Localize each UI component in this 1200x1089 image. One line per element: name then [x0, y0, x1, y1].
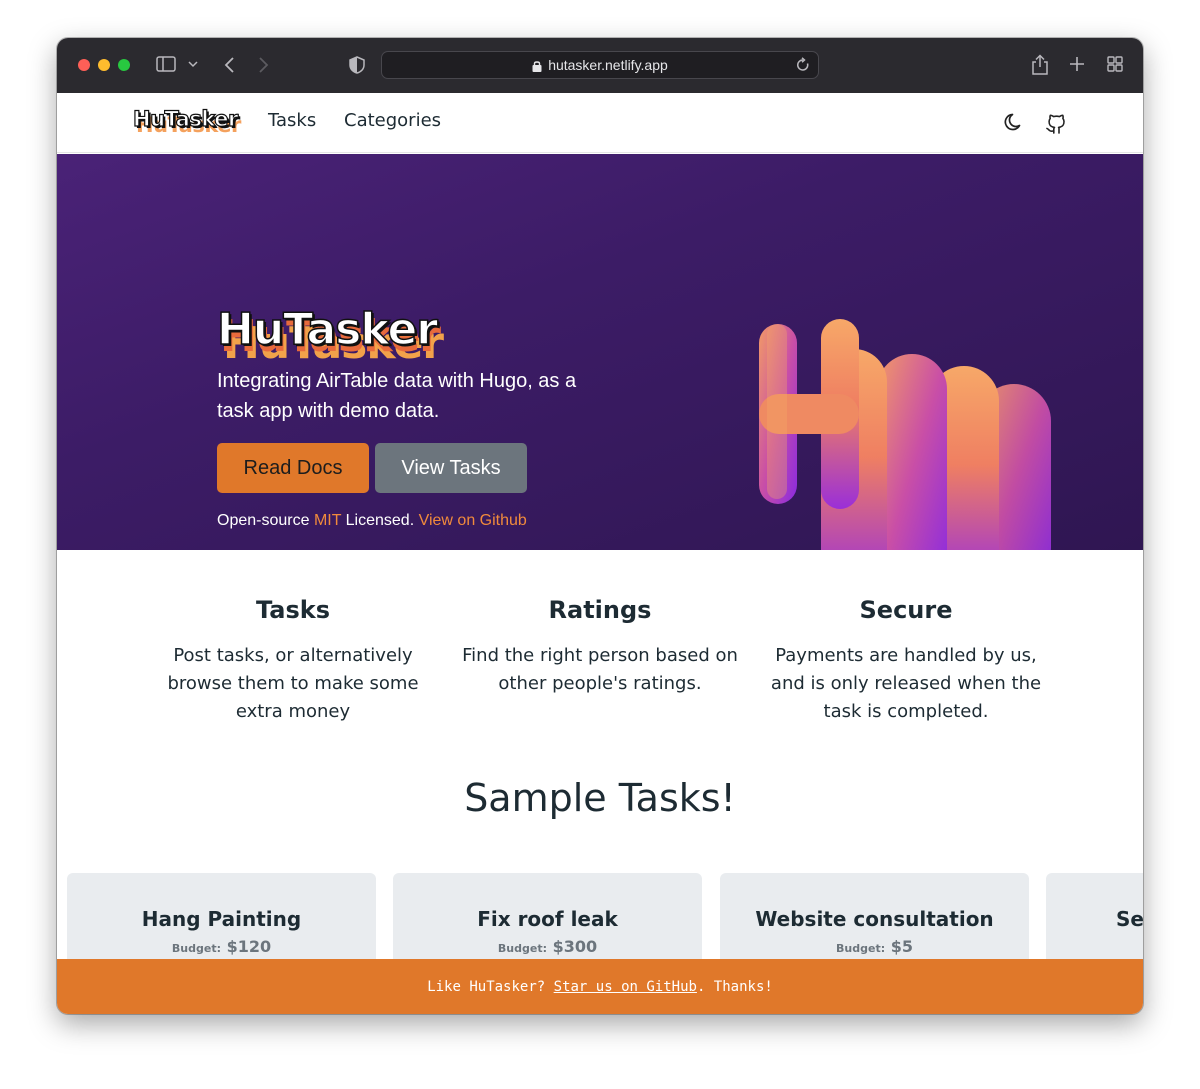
github-star-banner: Like HuTasker? Star us on GitHub. Thanks…	[57, 959, 1143, 1014]
hero-section: HuTasker HuTasker HuTasker Integrating A…	[57, 154, 1143, 550]
site-navbar: HuTasker HuTasker Tasks Categories	[57, 93, 1143, 153]
budget-label: Budget:	[171, 942, 221, 955]
browser-toolbar: hutasker.netlify.app	[57, 38, 1143, 93]
budget-value: $5	[890, 937, 913, 956]
task-budget: Budget: $120	[67, 937, 376, 956]
feature-title: Secure	[859, 596, 953, 624]
close-window-button[interactable]	[78, 59, 90, 71]
view-tasks-button[interactable]: View Tasks	[375, 443, 527, 493]
star-on-github-link[interactable]: Star us on GitHub	[554, 979, 697, 995]
logo-text: HuTasker	[132, 106, 239, 131]
lock-icon	[532, 59, 542, 72]
banner-prefix: Like HuTasker?	[427, 978, 554, 995]
tab-overview-icon[interactable]	[1107, 56, 1123, 72]
sample-tasks-heading: Sample Tasks!	[464, 776, 736, 820]
feature-tasks: Tasks Post tasks, or alternatively brows…	[153, 596, 433, 726]
url-text: hutasker.netlify.app	[548, 57, 668, 73]
forward-icon[interactable]	[258, 56, 270, 74]
task-budget: Budget: $5	[720, 937, 1029, 956]
task-title: Fix roof leak	[477, 907, 618, 931]
hero-subtitle: Integrating AirTable data with Hugo, as …	[217, 370, 577, 422]
budget-label: Budget:	[836, 942, 886, 955]
nav-link-tasks[interactable]: Tasks	[268, 110, 316, 131]
back-icon[interactable]	[223, 56, 235, 74]
feature-title: Tasks	[255, 596, 330, 624]
hero-3d-letters-illustration	[759, 319, 1051, 550]
feature-secure: Secure Payments are handled by us, and i…	[766, 596, 1046, 726]
hero-title-text: HuTasker	[216, 303, 439, 356]
address-bar[interactable]: hutasker.netlify.app	[381, 51, 819, 79]
browser-window: hutasker.netlify.app HuTasker HuTasker T…	[57, 38, 1143, 1014]
view-on-github-link[interactable]: View on Github	[419, 512, 527, 529]
license-prefix: Open-source	[217, 512, 314, 529]
task-title: Hang Painting	[141, 907, 302, 931]
privacy-shield-icon[interactable]	[349, 56, 365, 74]
feature-ratings: Ratings Find the right person based on o…	[460, 596, 740, 698]
share-icon[interactable]	[1031, 54, 1049, 76]
site-logo[interactable]: HuTasker HuTasker	[132, 106, 241, 137]
reload-icon[interactable]	[796, 57, 810, 76]
minimize-window-button[interactable]	[98, 59, 110, 71]
read-docs-button[interactable]: Read Docs	[217, 443, 369, 493]
task-title: Website consultation	[755, 907, 994, 931]
banner-suffix: . Thanks!	[696, 978, 773, 995]
new-tab-icon[interactable]	[1069, 56, 1085, 72]
zoom-window-button[interactable]	[118, 59, 130, 71]
budget-value: $300	[552, 937, 598, 956]
hero-title: HuTasker HuTasker HuTasker	[216, 303, 444, 369]
chevron-down-icon[interactable]	[188, 60, 198, 68]
nav-link-categories[interactable]: Categories	[344, 110, 441, 131]
feature-title: Ratings	[548, 596, 652, 624]
budget-value: $120	[226, 937, 272, 956]
budget-label: Budget:	[497, 942, 547, 955]
feature-text: Payments are handled by us, and is only …	[770, 645, 1042, 722]
feature-text: Post tasks, or alternatively browse them…	[167, 645, 419, 722]
feature-text: Find the right person based on other peo…	[462, 645, 738, 694]
github-icon[interactable]	[1045, 112, 1067, 138]
sidebar-toggle-icon[interactable]	[156, 56, 176, 72]
mit-license-link[interactable]: MIT	[314, 512, 341, 529]
dark-mode-moon-icon[interactable]	[1004, 112, 1024, 136]
license-line: Open-source MIT Licensed. View on Github	[217, 512, 527, 530]
task-budget: Budget: $300	[393, 937, 702, 956]
license-suffix: Licensed.	[341, 512, 419, 529]
task-title: Se	[1116, 907, 1143, 931]
